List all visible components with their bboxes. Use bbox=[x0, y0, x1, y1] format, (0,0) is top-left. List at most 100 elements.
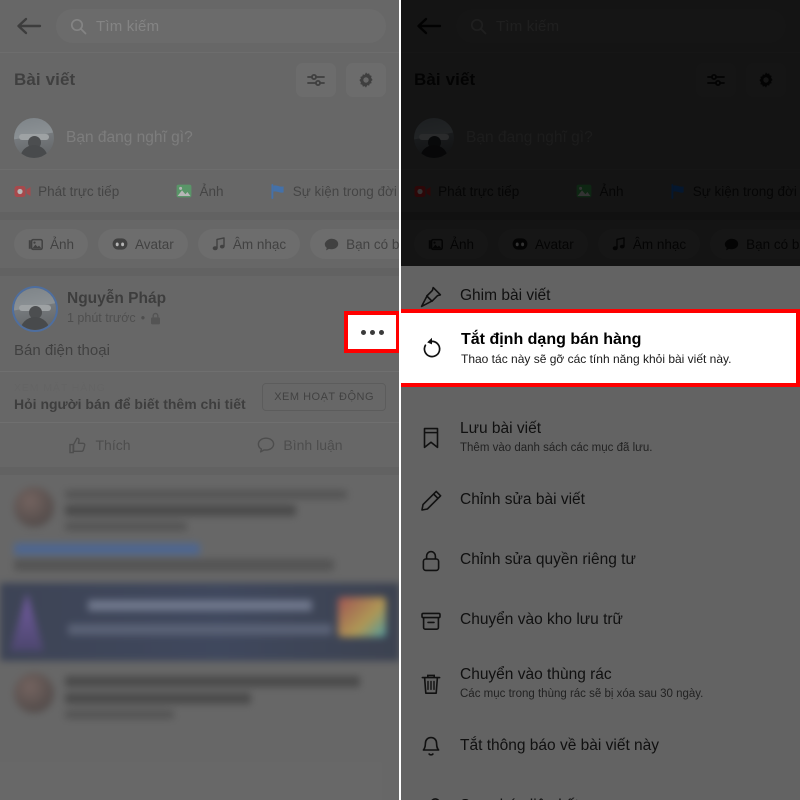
menu-item-description: Các mục trong thùng rác sẽ bị xóa sau 30… bbox=[460, 687, 704, 700]
trash-icon bbox=[416, 670, 446, 696]
chip-music-label: Âm nhạc bbox=[632, 236, 687, 252]
right-phone-chrome: Tìm kiếm Bài viết Bạn đang nghĩ gì? Phát… bbox=[400, 0, 800, 268]
menu-item-text: Sao chép liên kết bbox=[460, 796, 579, 800]
chip-music-label: Âm nhạc bbox=[232, 236, 287, 252]
post-overflow-menu-button-highlight[interactable] bbox=[344, 311, 400, 353]
search-input[interactable]: Tìm kiếm bbox=[56, 9, 386, 43]
menu-item-row: Chỉnh sửa quyền riêng tư bbox=[416, 530, 636, 590]
quick-action-row: Phát trực tiếp Ảnh Sự kiện trong đời bbox=[400, 170, 800, 212]
post-cta-title: Hỏi người bán để biết thêm chi tiết bbox=[14, 396, 246, 412]
list-item-lines bbox=[65, 487, 386, 531]
search-input[interactable]: Tìm kiếm bbox=[456, 9, 786, 43]
post-author-avatar[interactable] bbox=[14, 288, 56, 330]
dot bbox=[369, 329, 375, 335]
menu-item-text: Chuyển vào thùng rác Các mục trong thùng… bbox=[460, 665, 703, 702]
list-item bbox=[0, 475, 400, 543]
composer-placeholder: Bạn đang nghĩ gì? bbox=[66, 129, 193, 146]
quick-action-life-event[interactable]: Sự kiện trong đời bbox=[267, 184, 400, 199]
menu-item-disable-selling-format-highlight[interactable]: Tắt định dạng bán hàng Thao tác này sẽ g… bbox=[400, 309, 800, 387]
post-body-text: Bán điện thoại bbox=[14, 342, 110, 359]
chip-photo[interactable]: Ảnh bbox=[414, 229, 489, 259]
menu-item-turn-off-notifications[interactable]: Tắt thông báo về bài viết này bbox=[400, 716, 800, 776]
menu-item-copy-link[interactable]: Sao chép liên kết bbox=[400, 776, 800, 800]
menu-item-title: Tắt thông báo về bài viết này bbox=[460, 737, 660, 754]
view-activity-button[interactable]: XEM HOẠT ĐỘNG bbox=[262, 383, 386, 411]
post-options-sheet: Ghim bài viết Lưu bài viết Thêm vào danh… bbox=[400, 266, 800, 800]
quick-action-live[interactable]: Phát trực tiếp bbox=[0, 184, 133, 199]
search-placeholder-text: Tìm kiếm bbox=[496, 17, 560, 35]
filter-sliders-button[interactable] bbox=[296, 63, 336, 97]
menu-item-text: Tắt thông báo về bài viết này bbox=[460, 736, 659, 756]
composer-placeholder: Bạn đang nghĩ gì? bbox=[466, 129, 593, 146]
gear-icon[interactable] bbox=[346, 63, 386, 97]
menu-item-title: Chỉnh sửa quyền riêng tư bbox=[460, 551, 636, 568]
chip-avatar[interactable]: Avatar bbox=[498, 229, 588, 259]
quick-action-row: Phát trực tiếp Ảnh Sự kiện trong đời bbox=[0, 170, 400, 212]
lock-icon bbox=[416, 547, 446, 573]
chip-music[interactable]: Âm nhạc bbox=[597, 229, 701, 259]
avatar bbox=[414, 118, 454, 158]
quick-action-photo[interactable]: Ảnh bbox=[133, 184, 266, 199]
menu-item-move-to-archive[interactable]: Chuyển vào kho lưu trữ bbox=[400, 590, 800, 650]
quick-action-live[interactable]: Phát trực tiếp bbox=[400, 184, 533, 199]
menu-item-edit-privacy[interactable]: Chỉnh sửa quyền riêng tư bbox=[400, 530, 800, 590]
like-button-label: Thích bbox=[95, 437, 131, 453]
page-title: Bài viết bbox=[414, 70, 476, 89]
post-cta-kicker: XEM MẶT HÀNG bbox=[14, 382, 106, 394]
section-gap bbox=[0, 212, 400, 220]
panel-divider bbox=[399, 0, 401, 800]
chip-question[interactable]: Bạn có b bbox=[310, 229, 400, 259]
quick-action-life-event[interactable]: Sự kiện trong đời bbox=[667, 184, 800, 199]
list-item-lines bbox=[65, 673, 386, 719]
menu-item-title: Lưu bài viết bbox=[460, 419, 542, 437]
post-subline: 1 phút trước • bbox=[67, 311, 166, 325]
post-composer[interactable]: Bạn đang nghĩ gì? bbox=[400, 107, 800, 169]
menu-item-description: Thêm vào danh sách các mục đã lưu. bbox=[460, 441, 653, 454]
menu-item-move-to-trash[interactable]: Chuyển vào thùng rác Các mục trong thùng… bbox=[400, 650, 800, 716]
menu-item-text: Ghim bài viết bbox=[460, 286, 550, 306]
search-bar: Tìm kiếm bbox=[400, 0, 800, 52]
chip-avatar[interactable]: Avatar bbox=[98, 229, 188, 259]
chip-avatar-label: Avatar bbox=[535, 236, 574, 252]
chip-photo-label: Ảnh bbox=[450, 236, 475, 252]
right-panel: Tìm kiếm Bài viết Bạn đang nghĩ gì? Phát… bbox=[400, 0, 800, 800]
bell-icon bbox=[416, 733, 446, 759]
quick-action-life-event-label: Sự kiện trong đời bbox=[292, 183, 397, 199]
gear-icon[interactable] bbox=[746, 63, 786, 97]
menu-item-row: Tắt định dạng bán hàng Thao tác này sẽ g… bbox=[401, 313, 796, 383]
post-author-name[interactable]: Nguyễn Pháp bbox=[67, 290, 166, 307]
screenshot-root: Tìm kiếm Bài viết Bạn đang nghĩ gì? Phát… bbox=[0, 0, 800, 800]
menu-item-save-post[interactable]: Lưu bài viết Thêm vào danh sách các mục … bbox=[400, 404, 800, 470]
menu-item-title: Chuyển vào kho lưu trữ bbox=[460, 611, 623, 628]
menu-item-title: Ghim bài viết bbox=[460, 287, 551, 304]
chip-question[interactable]: Bạn có b bbox=[710, 229, 800, 259]
search-placeholder-text: Tìm kiếm bbox=[96, 17, 160, 35]
quick-action-photo[interactable]: Ảnh bbox=[533, 184, 666, 199]
post-actions-row: Thích Bình luận bbox=[0, 423, 400, 467]
post-timestamp: 1 phút trước bbox=[67, 311, 136, 325]
back-arrow-icon[interactable] bbox=[14, 11, 44, 41]
post-composer[interactable]: Bạn đang nghĩ gì? bbox=[0, 107, 400, 169]
chip-photo-label: Ảnh bbox=[50, 236, 75, 252]
pencil-icon bbox=[416, 487, 446, 513]
menu-item-row: Chỉnh sửa bài viết bbox=[416, 470, 585, 530]
menu-item-row: Sao chép liên kết bbox=[416, 776, 579, 800]
comment-button[interactable]: Bình luận bbox=[200, 437, 400, 453]
list-item-extra-line bbox=[0, 543, 400, 583]
section-gap-3 bbox=[0, 467, 400, 475]
menu-item-description: Thao tác này sẽ gỡ các tính năng khỏi bà… bbox=[461, 351, 732, 366]
menu-item-text: Chỉnh sửa quyền riêng tư bbox=[460, 550, 636, 570]
filter-sliders-button[interactable] bbox=[696, 63, 736, 97]
like-button[interactable]: Thích bbox=[0, 437, 200, 454]
blurred-feed bbox=[0, 475, 400, 731]
chip-music[interactable]: Âm nhạc bbox=[197, 229, 301, 259]
quick-action-life-event-label: Sự kiện trong đời bbox=[692, 183, 797, 199]
chip-photo[interactable]: Ảnh bbox=[14, 229, 89, 259]
back-arrow-icon[interactable] bbox=[414, 11, 444, 41]
menu-item-row: Chuyển vào kho lưu trữ bbox=[416, 590, 623, 650]
feed-banner-image bbox=[0, 583, 400, 661]
menu-item-row: Tắt thông báo về bài viết này bbox=[416, 716, 659, 776]
chip-question-label: Bạn có b bbox=[346, 236, 400, 252]
list-item bbox=[0, 661, 400, 731]
menu-item-edit-post[interactable]: Chỉnh sửa bài viết bbox=[400, 470, 800, 530]
